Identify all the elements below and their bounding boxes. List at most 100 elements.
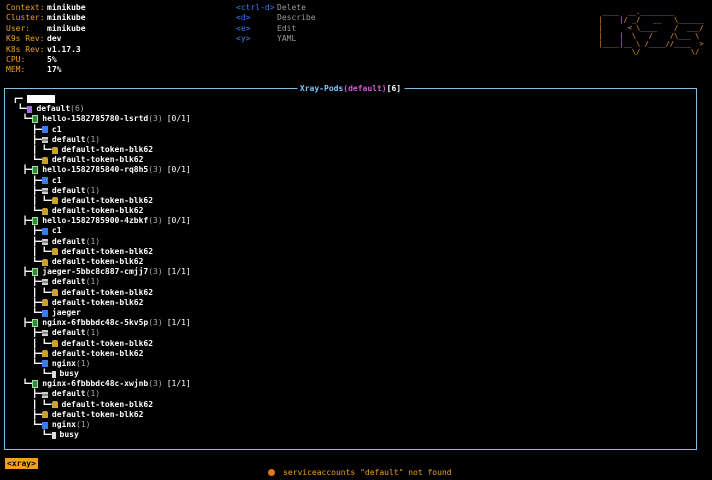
- tree-node[interactable]: ┣━ default (1): [13, 237, 191, 247]
- tree-branch: ┣━: [13, 124, 42, 134]
- tree-branch: ┣━: [13, 348, 42, 358]
- info-value: 5%: [47, 55, 57, 65]
- secret-lock-icon: [51, 248, 58, 256]
- secret-lock-icon: [51, 340, 58, 348]
- tree-branch: ┗━: [13, 257, 42, 266]
- namespace-node[interactable]: ┗━ default (6): [13, 104, 191, 114]
- node-label: default-token-blk62: [61, 246, 154, 256]
- namespace-icon: [27, 105, 33, 113]
- tree-node[interactable]: ┗━ default-token-blk62: [13, 257, 191, 267]
- tree-node[interactable]: ┣━ hello-1582785840-rq8h5 (3) [0/1]: [13, 165, 191, 175]
- tree-branch: ┣━: [13, 328, 42, 338]
- tree-node[interactable]: ┣━ c1: [13, 125, 191, 135]
- tree-node[interactable]: ┗━ nginx (1): [13, 359, 191, 369]
- node-count: (3): [148, 216, 163, 226]
- tree-node[interactable]: ┗━ nginx (1): [13, 420, 191, 430]
- node-count: (3): [148, 318, 163, 328]
- info-row: CPU: 5%: [6, 55, 86, 65]
- tree-node[interactable]: ┗━ jaeger: [13, 308, 191, 318]
- tree-node[interactable]: ┣━ default-token-blk62: [13, 298, 191, 308]
- info-row: Context: minikube: [6, 3, 86, 13]
- tree-branch: ┣━: [13, 318, 33, 328]
- secret-lock-icon: [41, 299, 48, 307]
- tree-node[interactable]: ┃ ┗━ default-token-blk62: [13, 288, 191, 298]
- serviceaccount-icon: [41, 136, 48, 143]
- tree-node[interactable]: ┣━ jaeger-5bbc8c887-cmjj7 (3) [1/1]: [13, 267, 191, 277]
- node-label: default-token-blk62: [51, 348, 144, 358]
- tree-node[interactable]: ┣━ default (1): [13, 135, 191, 145]
- tree-node[interactable]: ┣━ c1: [13, 226, 191, 236]
- tree-node[interactable]: ┃ ┗━ default-token-blk62: [13, 247, 191, 257]
- tree-node[interactable]: ┣━ default-token-blk62: [13, 349, 191, 359]
- tree-branch: ┗━: [13, 420, 42, 429]
- info-value: minikube: [47, 13, 86, 23]
- tree-branch: ┃ ┗━: [13, 338, 52, 348]
- tree-node[interactable]: ┣━ default (1): [13, 328, 191, 338]
- tree-root[interactable]: ┏━: [13, 94, 191, 104]
- node-count: (1): [76, 358, 91, 368]
- tree-node[interactable]: ┣━ default (1): [13, 389, 191, 399]
- serviceaccount-icon: [41, 279, 48, 286]
- tree-node[interactable]: ┗━ hello-1582785780-lsrtd (3) [0/1]: [13, 114, 191, 124]
- info-value: v1.17.3: [47, 44, 81, 54]
- key-hint-key: <d>: [236, 13, 251, 23]
- tree-node[interactable]: ┃ ┗━ default-token-blk62: [13, 339, 191, 349]
- serviceaccount-icon: [41, 187, 48, 194]
- node-label: default: [51, 236, 86, 246]
- panel-title: Xray-Pods(default)[6]: [296, 83, 405, 94]
- key-hint-action: Edit: [277, 23, 297, 33]
- serviceaccount-icon: [41, 391, 48, 398]
- tree-node[interactable]: ┗━ nginx-6fbbbdc48c-xwjnb (3) [1/1]: [13, 379, 191, 389]
- info-label: Cluster:: [6, 13, 45, 23]
- tree-node[interactable]: ┃ ┗━ default-token-blk62: [13, 400, 191, 410]
- tree-node[interactable]: ┃ ┗━ default-token-blk62: [13, 196, 191, 206]
- info-label: MEM:: [6, 65, 26, 75]
- node-label: default: [51, 328, 86, 338]
- tree-node[interactable]: ┣━ default (1): [13, 277, 191, 287]
- tree-node[interactable]: ┗━ busy: [13, 369, 191, 379]
- info-value: 17%: [47, 65, 62, 75]
- container-icon: [41, 421, 48, 429]
- tree-node[interactable]: ┣━ hello-1582785900-4zbkf (3) [0/1]: [13, 216, 191, 226]
- k9s-logo: ____ __.________ | |/ _/ __ \______ | < …: [594, 8, 704, 56]
- node-label: c1: [51, 226, 62, 236]
- tree-branch: ┗━: [13, 114, 33, 124]
- node-label: default-token-blk62: [51, 155, 144, 165]
- node-label: default: [51, 134, 86, 144]
- node-label: busy: [59, 430, 79, 440]
- tree-node[interactable]: ┣━ default (1): [13, 186, 191, 196]
- tree-node[interactable]: ┗━ default-token-blk62: [13, 155, 191, 165]
- serviceaccount-icon: [41, 330, 48, 337]
- pod-icon: [32, 268, 39, 277]
- tree-branch: ┣━: [13, 226, 42, 236]
- info-value: minikube: [47, 23, 86, 33]
- tree-branch: ┣━: [13, 267, 33, 277]
- info-row: User: minikube: [6, 24, 86, 34]
- tree-node[interactable]: ┗━ default-token-blk62: [13, 206, 191, 216]
- node-label: default-token-blk62: [51, 257, 144, 266]
- secret-lock-icon: [51, 146, 58, 154]
- cluster-info: Context: minikube Cluster: minikube User: min…: [6, 3, 86, 76]
- tree-node[interactable]: ┃ ┗━ default-token-blk62: [13, 145, 191, 155]
- node-label: c1: [51, 175, 62, 185]
- node-label: default-token-blk62: [51, 297, 144, 307]
- k9s-logo-art: ____ __.________ | |/ _/ __ \______ | < …: [598, 8, 704, 56]
- tree-branch: ┣━: [13, 134, 42, 144]
- node-status: [0/1]: [166, 114, 191, 124]
- tree-node[interactable]: ┣━ nginx-6fbbbdc48c-5kv5p (3) [1/1]: [13, 318, 191, 328]
- info-row: K8s Rev: v1.17.3: [6, 45, 86, 55]
- node-label: default: [51, 277, 86, 287]
- tree-node[interactable]: ┗━ busy: [13, 430, 191, 440]
- pod-icon: [32, 380, 39, 389]
- tree-node[interactable]: ┣━ default-token-blk62: [13, 410, 191, 420]
- secret-lock-icon: [51, 197, 58, 205]
- node-count: (1): [85, 236, 101, 246]
- flash-message: serviceaccounts "default" not found: [268, 468, 452, 477]
- node-count: (3): [148, 267, 163, 277]
- node-label: nginx-6fbbbdc48c-5kv5p: [42, 318, 149, 328]
- node-count: (1): [85, 277, 101, 287]
- pod-icon: [32, 115, 39, 124]
- breadcrumb-xray[interactable]: <xray>: [5, 458, 38, 469]
- node-label: default: [51, 185, 86, 195]
- tree-node[interactable]: ┣━ c1: [13, 176, 191, 186]
